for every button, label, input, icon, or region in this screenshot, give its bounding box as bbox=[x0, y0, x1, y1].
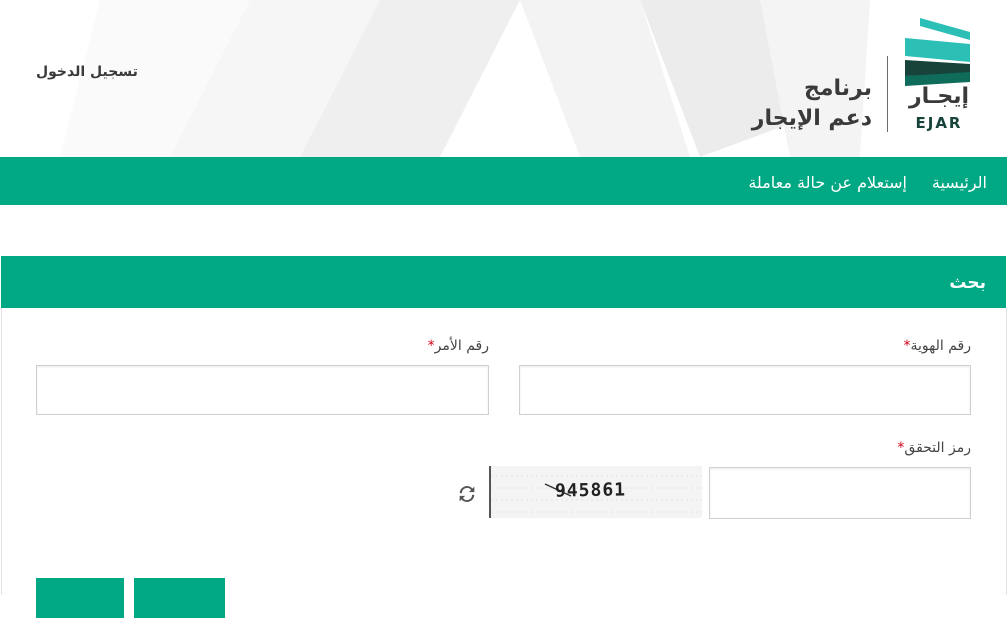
brand-divider bbox=[887, 56, 888, 132]
search-panel-body bbox=[1, 308, 1007, 595]
search-panel-header: بحث bbox=[1, 256, 1006, 308]
required-mark: * bbox=[903, 338, 911, 354]
nav-item-home[interactable]: الرئيسية bbox=[932, 173, 987, 192]
main-navbar: الرئيسية إستعلام عن حالة معاملة bbox=[0, 157, 1007, 205]
logo-arabic-text: إيجـار bbox=[908, 84, 970, 109]
id-number-label: رقم الهوية* bbox=[904, 338, 971, 354]
program-title-line1: برنامج bbox=[804, 76, 872, 101]
logo-english-text: EJAR bbox=[915, 114, 963, 132]
order-number-input[interactable] bbox=[36, 365, 489, 415]
program-title-line2: دعم الإيجار bbox=[751, 106, 872, 131]
required-mark: * bbox=[427, 338, 435, 354]
id-number-input[interactable] bbox=[519, 365, 971, 415]
nav-item-transaction-status[interactable]: إستعلام عن حالة معاملة bbox=[748, 173, 907, 192]
search-button[interactable] bbox=[36, 578, 124, 618]
refresh-icon[interactable] bbox=[456, 483, 478, 505]
captcha-label-text: رمز التحقق bbox=[904, 440, 971, 456]
order-number-label-text: رقم الأمر bbox=[434, 338, 489, 354]
id-number-label-text: رقم الهوية bbox=[910, 338, 971, 354]
search-panel-title: بحث bbox=[949, 273, 986, 293]
captcha-code: 945861 bbox=[554, 479, 627, 502]
clear-button[interactable] bbox=[134, 578, 225, 618]
site-header: تسجيل الدخول برنامج دعم الإيجار إيجـار E… bbox=[0, 0, 1007, 157]
program-title: برنامج دعم الإيجار bbox=[752, 74, 872, 134]
order-number-label: رقم الأمر* bbox=[428, 338, 489, 354]
captcha-label: رمز التحقق* bbox=[897, 440, 971, 456]
login-link[interactable]: تسجيل الدخول bbox=[36, 64, 138, 80]
captcha-input[interactable] bbox=[709, 467, 971, 519]
captcha-image: 945861 bbox=[489, 466, 702, 518]
